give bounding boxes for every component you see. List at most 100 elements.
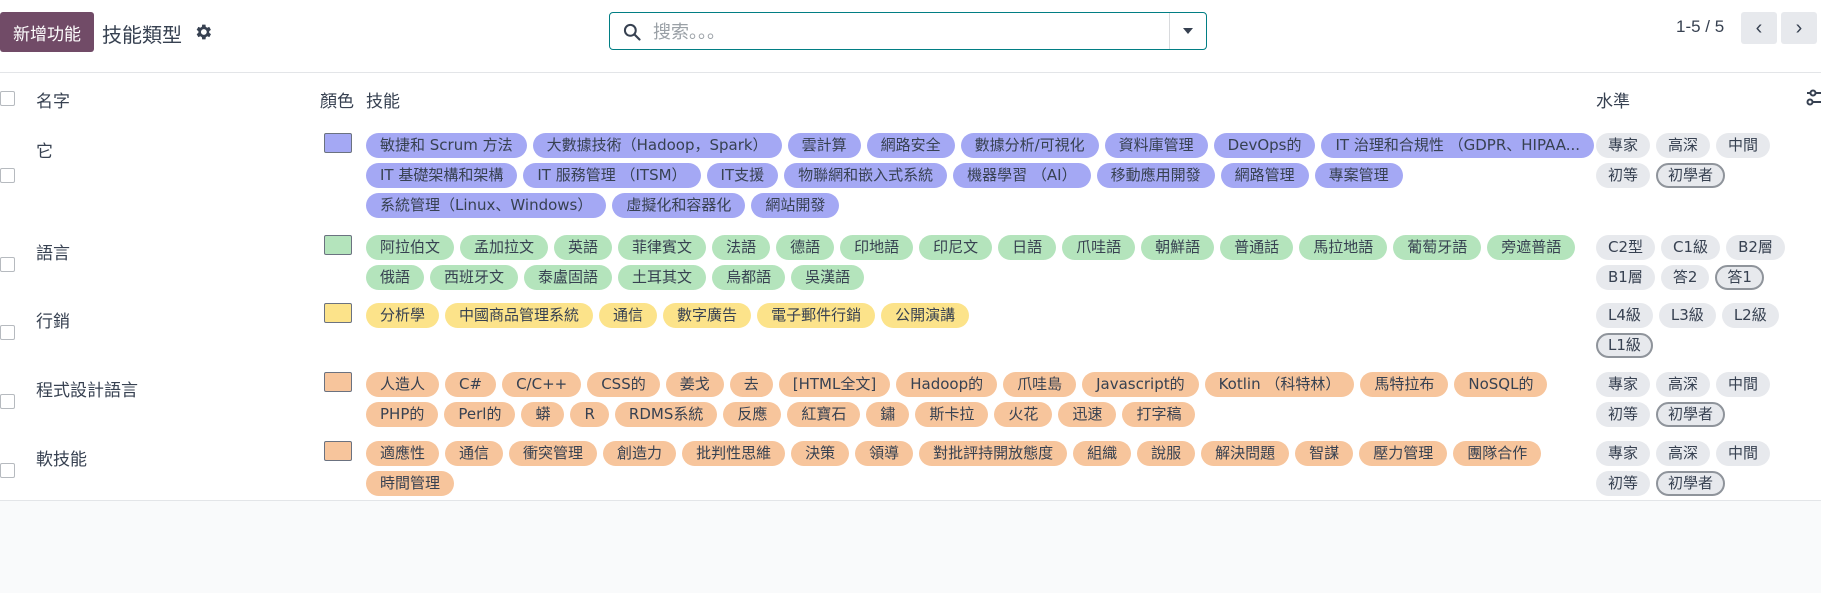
skill-tag: Perl的 bbox=[444, 402, 516, 427]
level-tag: 高深 bbox=[1656, 441, 1711, 466]
skill-tag: 智謀 bbox=[1295, 441, 1354, 466]
skill-tag: 迅速 bbox=[1058, 402, 1117, 427]
skill-tag: 馬拉地語 bbox=[1299, 235, 1388, 260]
levels-tags: C2型 C1級 B2層 B1層 答2 答1 bbox=[1596, 235, 1796, 290]
level-tag: 初學者 bbox=[1656, 163, 1726, 188]
skill-tag: 物聯網和嵌入式系統 bbox=[784, 163, 948, 188]
skill-tag: 領導 bbox=[855, 441, 914, 466]
level-tag: L3級 bbox=[1658, 303, 1716, 328]
skill-tag: 雲計算 bbox=[787, 133, 861, 158]
skill-tag: 創造力 bbox=[603, 441, 677, 466]
skill-tag: 法語 bbox=[712, 235, 771, 260]
color-swatch[interactable] bbox=[324, 235, 352, 255]
row-name: 程式設計語言 bbox=[36, 381, 138, 401]
skill-tag: [HTML全文] bbox=[778, 372, 891, 397]
color-swatch[interactable] bbox=[324, 303, 352, 323]
gear-icon[interactable] bbox=[193, 22, 213, 42]
row-name: 語言 bbox=[36, 244, 70, 264]
skill-tag: 說服 bbox=[1137, 441, 1196, 466]
row-checkbox[interactable] bbox=[0, 257, 15, 272]
table-row[interactable]: 語言 阿拉伯文 孟加拉文 英語 菲律賓文 法語 德語 印地語 印尼文 日語 爪哇語 朝鮮語 普通話 馬拉地… bbox=[0, 225, 1821, 294]
row-checkbox[interactable] bbox=[0, 325, 15, 340]
pager-previous-button[interactable]: ‹ bbox=[1741, 12, 1777, 44]
skill-tag: 通信 bbox=[599, 303, 658, 328]
row-checkbox[interactable] bbox=[0, 463, 15, 478]
skill-tag: 團隊合作 bbox=[1453, 441, 1542, 466]
color-swatch[interactable] bbox=[324, 133, 352, 153]
levels-tags: 專家 高深 中間 初等 初學者 bbox=[1596, 441, 1796, 496]
skill-tag: 敏捷和 Scrum 方法 bbox=[366, 133, 527, 158]
list-view: 名字 顏色 技能 水準 它 敏捷和 Scrum 方法 大數據技術（Hadoop，Sp… bbox=[0, 72, 1821, 593]
skill-tag: 壓力管理 bbox=[1359, 441, 1448, 466]
search-input[interactable] bbox=[651, 17, 1175, 47]
skill-tag: 紅寶石 bbox=[787, 402, 861, 427]
table-row[interactable]: 行銷 分析學 中國商品管理系統 通信 數字廣告 電子郵件行銷 公開演講 L4級 L3級 L2級 L1… bbox=[0, 293, 1821, 363]
table-row[interactable]: 它 敏捷和 Scrum 方法 大數據技術（Hadoop，Spark） 雲計算 網路安全數… bbox=[0, 123, 1821, 226]
skill-tag: R bbox=[570, 402, 609, 427]
level-tag: 初學者 bbox=[1656, 402, 1726, 427]
level-tag: 答1 bbox=[1715, 265, 1764, 290]
color-swatch[interactable] bbox=[324, 441, 352, 461]
skill-tag: 爪哇語 bbox=[1062, 235, 1136, 260]
skill-tag: IT 基礎架構和架構 bbox=[366, 163, 518, 188]
level-tag: L4級 bbox=[1596, 303, 1653, 328]
level-tag: 專家 bbox=[1596, 133, 1651, 158]
table-row[interactable]: 軟技能 適應性 通信 衝突管理 創造力 批判性思維 決策 領導 對批評持開放態度 組織 說服 解決問題… bbox=[0, 431, 1821, 501]
row-checkbox[interactable] bbox=[0, 394, 15, 409]
level-tag: 高深 bbox=[1656, 372, 1711, 397]
skills-tags: 適應性 通信 衝突管理 創造力 批判性思維 決策 領導 對批評持開放態度 組織 說服 解決問題 智謀壓… bbox=[366, 441, 1596, 496]
skill-tag: 電子郵件行銷 bbox=[757, 303, 876, 328]
skill-tag: 葡萄牙語 bbox=[1393, 235, 1482, 260]
skill-tag: 批判性思維 bbox=[682, 441, 786, 466]
skill-tag: 網路安全 bbox=[866, 133, 955, 158]
skill-tag: 網站開發 bbox=[751, 193, 840, 218]
level-tag: 初等 bbox=[1596, 402, 1651, 427]
skill-tag: NoSQL的 bbox=[1454, 372, 1548, 397]
skills-tags: 分析學 中國商品管理系統 通信 數字廣告 電子郵件行銷 公開演講 bbox=[366, 303, 1596, 328]
column-header-levels[interactable]: 水準 bbox=[1596, 87, 1630, 112]
column-header-color[interactable]: 顏色 bbox=[320, 87, 354, 112]
skill-tag: Kotlin （科特林） bbox=[1204, 372, 1355, 397]
skill-tag: 衝突管理 bbox=[509, 441, 598, 466]
skill-tag: 姜戈 bbox=[665, 372, 724, 397]
control-panel: 新增功能 技能類型 1-5 / 5 ‹ › bbox=[0, 0, 1821, 72]
optional-columns-icon[interactable] bbox=[1803, 87, 1821, 109]
skill-tag: 孟加拉文 bbox=[460, 235, 549, 260]
levels-tags: L4級 L3級 L2級 L1級 bbox=[1596, 303, 1796, 358]
level-tag: L1級 bbox=[1596, 333, 1653, 358]
skill-tag: Javascript的 bbox=[1082, 372, 1199, 397]
skill-tag: 去 bbox=[729, 372, 773, 397]
skill-tag: RDMS系統 bbox=[614, 402, 718, 427]
skill-tag: 組織 bbox=[1073, 441, 1132, 466]
page-title: 技能類型 bbox=[102, 23, 182, 47]
search-options-toggle[interactable] bbox=[1169, 13, 1206, 49]
chevron-left-icon: ‹ bbox=[1755, 17, 1763, 39]
skill-tag: 解決問題 bbox=[1201, 441, 1290, 466]
pager-value[interactable]: 1-5 / 5 bbox=[1676, 17, 1724, 37]
level-tag: B1層 bbox=[1596, 265, 1655, 290]
skill-tag: 火花 bbox=[994, 402, 1053, 427]
skill-tag: 普通話 bbox=[1220, 235, 1294, 260]
skill-tag: 虛擬化和容器化 bbox=[612, 193, 746, 218]
skill-tag: 泰盧固語 bbox=[524, 265, 613, 290]
skill-tag: 移動應用開發 bbox=[1096, 163, 1215, 188]
table-row[interactable]: 程式設計語言 人造人 C# C/C++ CSS的 姜戈去 [HTML全文] Hadoop的 爪哇… bbox=[0, 362, 1821, 432]
column-header-skills[interactable]: 技能 bbox=[366, 87, 400, 112]
row-checkbox[interactable] bbox=[0, 168, 15, 183]
skill-tag: 分析學 bbox=[366, 303, 440, 328]
new-button[interactable]: 新增功能 bbox=[0, 12, 94, 52]
search-icon[interactable] bbox=[622, 22, 642, 42]
skill-tag: 爪哇島 bbox=[1003, 372, 1077, 397]
column-header-name[interactable]: 名字 bbox=[36, 87, 70, 112]
row-name: 軟技能 bbox=[36, 450, 87, 470]
select-all-checkbox[interactable] bbox=[0, 91, 15, 106]
skill-tag: 印地語 bbox=[840, 235, 914, 260]
level-tag: 專家 bbox=[1596, 441, 1651, 466]
skill-tag: 阿拉伯文 bbox=[366, 235, 455, 260]
skill-tag: 打字稿 bbox=[1122, 402, 1196, 427]
color-swatch[interactable] bbox=[324, 372, 352, 392]
pager-next-button[interactable]: › bbox=[1781, 12, 1817, 44]
level-tag: 中間 bbox=[1716, 441, 1771, 466]
list-header: 名字 顏色 技能 水準 bbox=[0, 72, 1821, 125]
skill-tag: 通信 bbox=[445, 441, 504, 466]
